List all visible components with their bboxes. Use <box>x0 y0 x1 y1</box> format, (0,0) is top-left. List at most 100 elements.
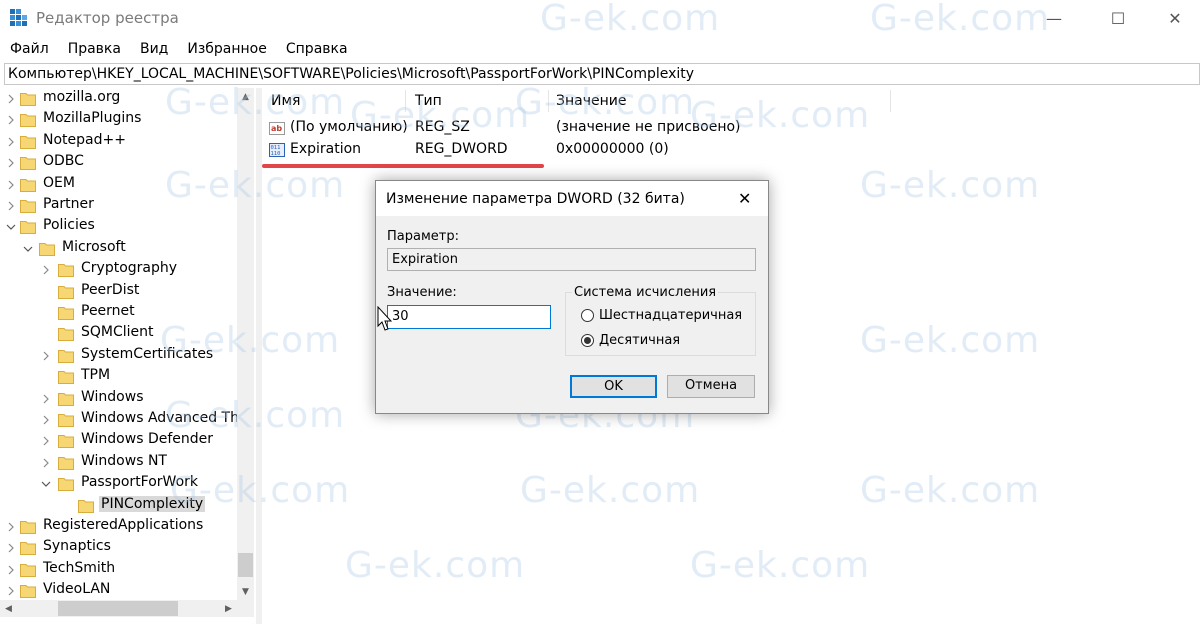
tree-item[interactable]: Windows NT <box>0 452 240 473</box>
folder-icon <box>20 562 36 577</box>
tree-item[interactable]: Synaptics <box>0 537 240 558</box>
tree-item[interactable]: RegisteredApplications <box>0 516 240 537</box>
folder-icon <box>58 476 74 492</box>
tree-item[interactable]: Windows Defender <box>0 430 240 451</box>
chevron-right-icon[interactable] <box>5 521 17 533</box>
tree-item-label: PeerDist <box>81 281 140 298</box>
address-bar[interactable]: Компьютер\HKEY_LOCAL_MACHINE\SOFTWARE\Po… <box>4 63 1200 85</box>
scroll-left-icon[interactable]: ◀ <box>0 600 17 617</box>
maximize-icon[interactable]: ☐ <box>1089 0 1147 36</box>
chevron-right-icon[interactable] <box>5 564 17 576</box>
chevron-right-icon[interactable] <box>5 157 17 169</box>
dialog-title: Изменение параметра DWORD (32 бита) <box>386 191 685 207</box>
tree-item[interactable]: Cryptography <box>0 259 240 280</box>
tree-item-label: TPM <box>81 367 111 384</box>
list-item[interactable]: ab (По умолчанию) REG_SZ (значение не пр… <box>269 117 889 138</box>
tree-item-label: Windows Defender <box>81 431 214 448</box>
chevron-right-icon[interactable] <box>5 542 17 554</box>
radio-button[interactable] <box>581 333 594 347</box>
folder-icon <box>20 583 36 599</box>
scroll-right-icon[interactable]: ▶ <box>220 600 237 617</box>
chevron-right-icon[interactable] <box>5 93 17 105</box>
tree-item-label: Microsoft <box>62 238 126 255</box>
scroll-up-icon[interactable]: ▲ <box>237 88 254 105</box>
folder-icon <box>58 305 74 320</box>
cancel-button[interactable]: Отмена <box>667 375 755 398</box>
edit-dword-dialog: Изменение параметра DWORD (32 бита) ✕ Па… <box>375 180 769 414</box>
column-value[interactable]: Значение <box>556 88 626 112</box>
param-name-field: Expiration <box>387 248 756 271</box>
ok-button[interactable]: OK <box>570 375 657 398</box>
menu-file[interactable]: Файл <box>0 38 58 60</box>
radio-decimal[interactable]: Десятичная <box>581 331 680 349</box>
chevron-right-icon[interactable] <box>5 585 17 597</box>
chevron-down-icon[interactable] <box>22 243 34 255</box>
tree-item[interactable]: SQMClient <box>0 323 240 344</box>
tree-item-label: Notepad++ <box>43 131 126 148</box>
tree-item-label: Windows Advanced Thre <box>81 410 254 426</box>
tree-item[interactable]: OEM <box>0 174 240 195</box>
menu-edit[interactable]: Правка <box>58 38 130 60</box>
folder-icon <box>20 519 36 534</box>
minimize-icon[interactable]: — <box>1025 0 1083 36</box>
tree-item[interactable]: Partner <box>0 195 240 216</box>
folder-icon <box>20 198 36 213</box>
tree-item[interactable]: Windows <box>0 388 240 409</box>
chevron-down-icon[interactable] <box>40 478 52 490</box>
tree-item[interactable]: TPM <box>0 366 240 387</box>
chevron-right-icon[interactable] <box>5 179 17 191</box>
scroll-down-icon[interactable]: ▼ <box>237 583 254 600</box>
chevron-right-icon[interactable] <box>5 200 17 212</box>
chevron-right-icon[interactable] <box>40 264 52 276</box>
tree-item-label: PINComplexity <box>99 495 206 512</box>
tree-vertical-scrollbar[interactable]: ▲ ▼ <box>237 88 254 600</box>
tree-item[interactable]: MozillaPlugins <box>0 109 240 130</box>
menu-view[interactable]: Вид <box>130 38 177 60</box>
radio-hexadecimal[interactable]: Шестнадцатеричная <box>581 306 742 324</box>
window-title: Редактор реестра <box>36 9 179 27</box>
tree-item[interactable]: mozilla.org <box>0 88 240 109</box>
tree-item[interactable]: Windows Advanced Thre <box>0 409 253 430</box>
tree-item-label: Synaptics <box>43 538 111 555</box>
tree-item[interactable]: Policies <box>0 216 240 237</box>
tree-item[interactable]: Microsoft <box>0 238 240 259</box>
key-tree: mozilla.org MozillaPlugins Notepad++ ODBC OE… <box>0 88 256 624</box>
value-type: REG_SZ <box>415 119 470 135</box>
tree-item[interactable]: SystemCertificates <box>0 345 240 366</box>
tree-item-label: VideoLAN <box>43 581 111 598</box>
tree-item-label: SystemCertificates <box>81 345 214 362</box>
tree-item[interactable]: PeerDist <box>0 281 240 302</box>
tree-item[interactable]: PINComplexity <box>0 495 240 516</box>
chevron-right-icon[interactable] <box>40 435 52 447</box>
chevron-right-icon[interactable] <box>40 414 52 426</box>
scroll-thumb-horizontal[interactable] <box>58 601 178 616</box>
scroll-thumb[interactable] <box>238 553 253 577</box>
folder-icon <box>20 134 36 149</box>
tree-horizontal-scrollbar[interactable]: ◀ ▶ <box>0 600 237 617</box>
value-input[interactable]: 30 <box>387 305 551 329</box>
column-type[interactable]: Тип <box>415 88 442 112</box>
base-legend: Система исчисления <box>572 285 719 300</box>
radio-button[interactable] <box>581 308 594 322</box>
chevron-right-icon[interactable] <box>40 350 52 362</box>
chevron-right-icon[interactable] <box>5 136 17 148</box>
close-icon[interactable]: ✕ <box>738 189 751 208</box>
tree-item[interactable]: PassportForWork <box>0 473 240 494</box>
tree-item[interactable]: Peernet <box>0 302 240 323</box>
folder-icon <box>20 112 36 128</box>
tree-item[interactable]: Notepad++ <box>0 131 240 152</box>
tree-item[interactable]: VideoLAN <box>0 580 240 601</box>
list-item[interactable]: 011 110 Expiration REG_DWORD 0x00000000 … <box>269 139 889 160</box>
chevron-right-icon[interactable] <box>40 457 52 469</box>
chevron-right-icon[interactable] <box>5 114 17 126</box>
menu-favorites[interactable]: Избранное <box>177 38 276 60</box>
tree-item[interactable]: TechSmith <box>0 559 240 580</box>
menu-help[interactable]: Справка <box>276 38 357 60</box>
column-name[interactable]: Имя <box>271 88 300 112</box>
close-icon[interactable]: ✕ <box>1146 0 1200 36</box>
folder-icon <box>58 391 74 406</box>
text-cursor-icon <box>376 305 393 332</box>
chevron-down-icon[interactable] <box>5 221 17 233</box>
chevron-right-icon[interactable] <box>40 393 52 405</box>
tree-item[interactable]: ODBC <box>0 152 240 173</box>
